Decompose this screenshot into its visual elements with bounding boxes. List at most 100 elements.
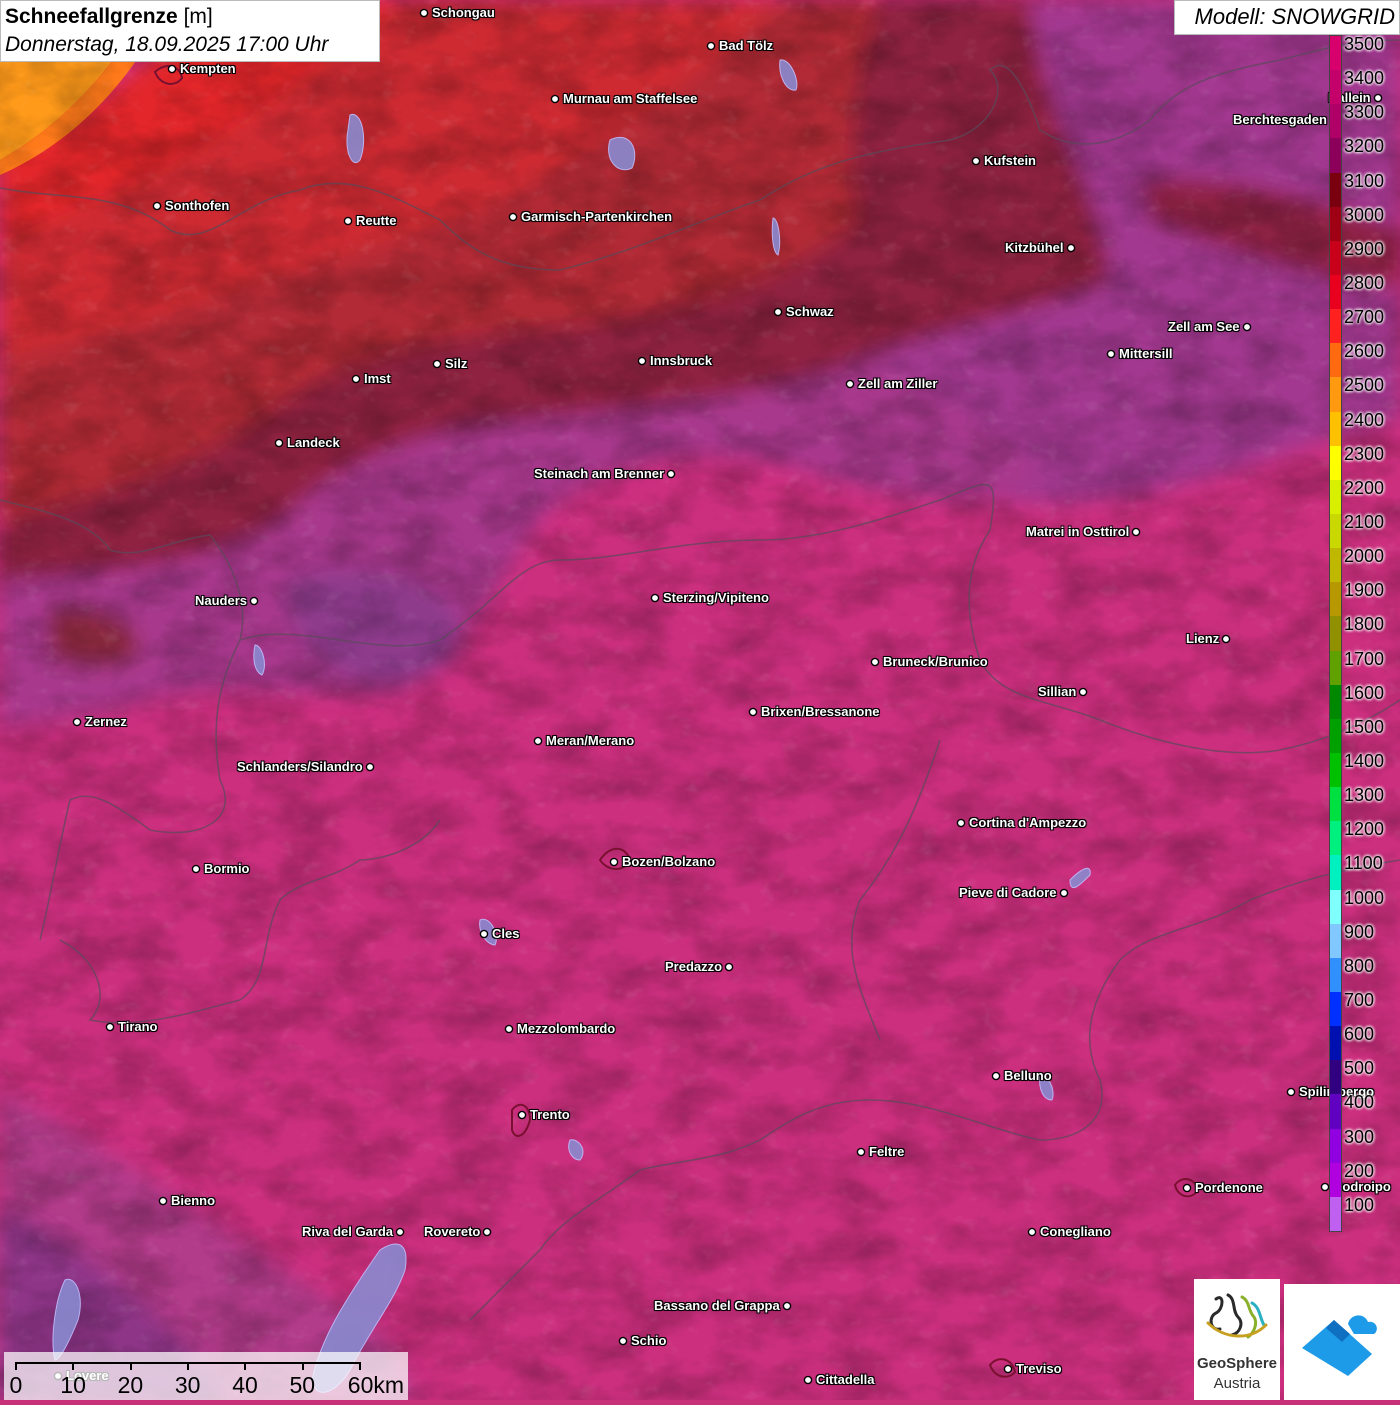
city-label: Garmisch-Partenkirchen — [521, 209, 673, 224]
legend-label: 1200 — [1344, 819, 1385, 840]
city-marker[interactable] — [1373, 93, 1383, 103]
legend-label: 2600 — [1344, 341, 1385, 362]
city-label: Kufstein — [984, 153, 1036, 168]
city-label: Conegliano — [1040, 1224, 1111, 1239]
city-label: Predazzo — [665, 959, 723, 974]
city-marker[interactable] — [650, 593, 660, 603]
city-marker[interactable] — [1059, 888, 1069, 898]
legend-swatch — [1330, 616, 1341, 652]
city-marker[interactable] — [609, 857, 619, 867]
city-marker[interactable] — [748, 707, 758, 717]
legend-label: 2800 — [1344, 273, 1385, 293]
city-marker[interactable] — [1242, 322, 1252, 332]
legend-label: 3100 — [1344, 170, 1385, 191]
city-marker[interactable] — [1131, 527, 1141, 537]
city-marker[interactable] — [618, 1336, 628, 1346]
legend-swatch — [1330, 36, 1341, 71]
legend-label: 2500 — [1344, 375, 1385, 396]
legend-swatch — [1330, 787, 1341, 822]
legend-swatch — [1330, 957, 1341, 993]
city-label: Murnau am Staffelsee — [563, 91, 698, 106]
legend-swatch — [1330, 1128, 1341, 1164]
city-label: Cittadella — [816, 1372, 875, 1387]
city-marker[interactable] — [724, 962, 734, 972]
scale-tick — [301, 1362, 304, 1370]
legend-swatch — [1330, 275, 1341, 310]
city-marker[interactable] — [482, 1227, 492, 1237]
city-marker[interactable] — [782, 1301, 792, 1311]
city-marker[interactable] — [158, 1196, 168, 1206]
geosphere-logo[interactable]: GeoSphere Austria — [1194, 1279, 1280, 1400]
city-marker[interactable] — [1066, 243, 1076, 253]
city-marker[interactable] — [167, 64, 177, 74]
legend-label: 3300 — [1344, 102, 1385, 123]
legend-label: 1700 — [1344, 648, 1385, 669]
city-marker[interactable] — [666, 469, 676, 479]
city-marker[interactable] — [72, 717, 82, 727]
city-label: Tirano — [118, 1019, 158, 1034]
legend-swatch — [1330, 1026, 1341, 1061]
city-marker[interactable] — [533, 736, 543, 746]
city-marker[interactable] — [395, 1227, 405, 1237]
legend-label: 100 — [1344, 1194, 1375, 1215]
app-logo[interactable] — [1284, 1284, 1400, 1400]
city-marker[interactable] — [351, 374, 361, 384]
city-marker[interactable] — [1320, 1182, 1330, 1192]
scale-tick — [72, 1362, 75, 1370]
city-marker[interactable] — [1221, 634, 1231, 644]
legend-swatch — [1330, 240, 1341, 276]
city-marker[interactable] — [479, 929, 489, 939]
city-marker[interactable] — [1286, 1087, 1296, 1097]
city-label: Cortina d'Ampezzo — [969, 815, 1087, 830]
city-marker[interactable] — [956, 818, 966, 828]
city-marker[interactable] — [803, 1375, 813, 1385]
legend-label: 700 — [1344, 990, 1375, 1010]
city-marker[interactable] — [365, 762, 375, 772]
legend-label: 1000 — [1344, 887, 1385, 908]
city-marker[interactable] — [971, 156, 981, 166]
legend-label: 1300 — [1344, 785, 1385, 806]
city-marker[interactable] — [1003, 1364, 1013, 1374]
city-marker[interactable] — [517, 1110, 527, 1120]
city-marker[interactable] — [1106, 349, 1116, 359]
scale-bar: 0 10 20 30 40 50 60km — [4, 1352, 408, 1400]
city-marker[interactable] — [845, 379, 855, 389]
scale-label: 40 — [232, 1372, 258, 1398]
city-marker[interactable] — [870, 657, 880, 667]
city-marker[interactable] — [274, 438, 284, 448]
city-marker[interactable] — [991, 1071, 1001, 1081]
legend-label: 1800 — [1344, 614, 1385, 635]
city-marker[interactable] — [432, 359, 442, 369]
legend-swatch — [1330, 582, 1341, 617]
city-marker[interactable] — [1027, 1227, 1037, 1237]
city-label: Landeck — [287, 435, 340, 450]
city-marker[interactable] — [637, 356, 647, 366]
scale-tick — [358, 1362, 361, 1370]
city-marker[interactable] — [508, 212, 518, 222]
scale-label: 30 — [174, 1372, 201, 1398]
city-label: Berchtesgaden — [1233, 112, 1327, 127]
city-marker[interactable] — [1182, 1183, 1192, 1193]
city-marker[interactable] — [191, 864, 201, 874]
legend-swatch — [1330, 104, 1341, 139]
city-label: Bassano del Grappa — [654, 1298, 780, 1313]
city-marker[interactable] — [419, 8, 429, 18]
city-label: Zell am See — [1168, 319, 1240, 334]
scale-tick — [186, 1362, 189, 1370]
city-marker[interactable] — [550, 94, 560, 104]
legend-swatch — [1330, 343, 1341, 378]
city-marker[interactable] — [773, 307, 783, 317]
city-marker[interactable] — [343, 216, 353, 226]
logo-line2: Austria — [1213, 1375, 1261, 1392]
legend-swatch — [1330, 923, 1341, 959]
city-marker[interactable] — [504, 1024, 514, 1034]
city-marker[interactable] — [105, 1022, 115, 1032]
city-marker[interactable] — [152, 201, 162, 211]
city-marker[interactable] — [249, 596, 259, 606]
city-marker[interactable] — [856, 1147, 866, 1157]
city-marker[interactable] — [706, 41, 716, 51]
legend-label: 200 — [1344, 1160, 1375, 1181]
city-marker[interactable] — [1078, 687, 1088, 697]
city-label: Riva del Garda — [302, 1224, 394, 1239]
legend-label: 3500 — [1344, 34, 1385, 54]
